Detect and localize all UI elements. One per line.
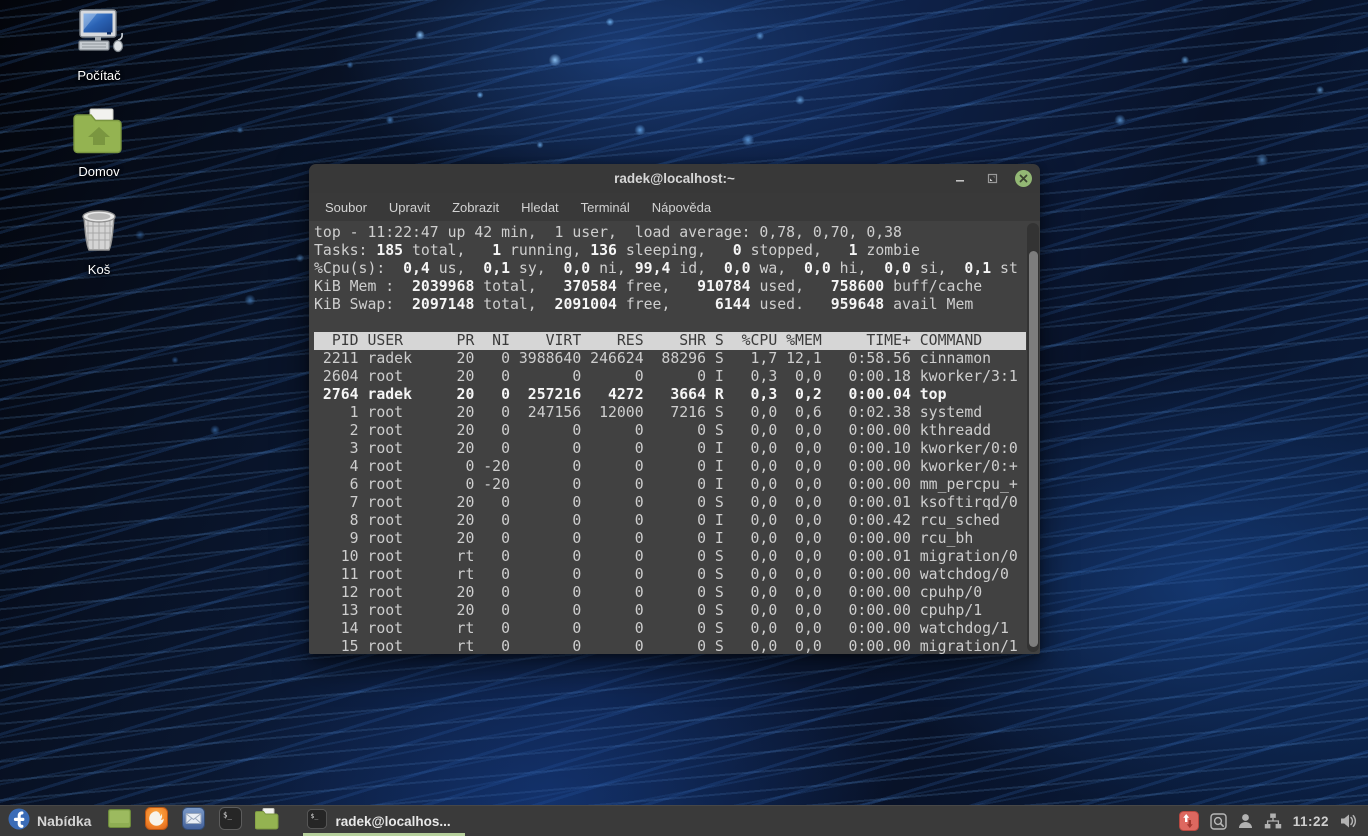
minimize-button[interactable] — [951, 170, 969, 188]
close-button[interactable] — [1015, 170, 1032, 187]
task-button-terminal[interactable]: $_ radek@localhos... — [301, 806, 467, 836]
desktop-icon-label: Koš — [55, 262, 143, 277]
process-row: 14 root rt 0 0 0 0 S 0,0 0,0 0:00.00 wat… — [314, 620, 1026, 638]
updates-tray-icon[interactable] — [1179, 811, 1199, 831]
maximize-button[interactable] — [983, 170, 1001, 188]
desktop-icon-computer[interactable]: Počítač — [55, 8, 143, 83]
window-list: $_ radek@localhos... — [301, 806, 467, 836]
process-row: 1 root 20 0 247156 12000 7216 S 0,0 0,6 … — [314, 404, 1026, 422]
process-row: 15 root rt 0 0 0 0 S 0,0 0,0 0:00.00 mig… — [314, 638, 1026, 654]
window-titlebar[interactable]: radek@localhost:~ — [309, 164, 1040, 193]
network-tray-icon[interactable] — [1264, 813, 1282, 829]
mail-launcher[interactable] — [181, 809, 205, 833]
show-desktop-icon — [108, 809, 131, 833]
svg-text:$_: $_ — [223, 811, 233, 820]
svg-text:$_: $_ — [311, 812, 319, 820]
show-desktop-button[interactable] — [107, 809, 131, 833]
task-button-label: radek@localhos... — [335, 814, 450, 829]
window-menubar: SouborUpravitZobrazitHledatTerminálNápov… — [309, 193, 1040, 221]
menu-label: Nabídka — [37, 813, 91, 829]
system-tray: 11:22 — [1179, 811, 1362, 831]
menubar-item[interactable]: Terminál — [570, 195, 641, 220]
home-folder-icon — [73, 143, 125, 160]
blank-line — [314, 314, 1026, 332]
clock[interactable]: 11:22 — [1293, 814, 1329, 829]
top-output: top - 11:22:47 up 42 min, 1 user, load a… — [309, 221, 1026, 654]
volume-tray-icon[interactable] — [1340, 813, 1358, 829]
terminal-icon: $_ — [307, 809, 327, 834]
process-row: 12 root 20 0 0 0 0 S 0,0 0,0 0:00.00 cpu… — [314, 584, 1026, 602]
menubar-item[interactable]: Nápověda — [641, 195, 722, 220]
taskbar-panel: Nabídka — [0, 805, 1368, 836]
firefox-icon — [145, 807, 168, 835]
process-row: 6 root 0 -20 0 0 0 I 0,0 0,0 0:00.00 mm_… — [314, 476, 1026, 494]
terminal-launcher[interactable]: $_ — [218, 809, 242, 833]
process-row: 8 root 20 0 0 0 0 I 0,0 0,0 0:00.42 rcu_… — [314, 512, 1026, 530]
computer-icon — [72, 47, 126, 64]
menubar-item[interactable]: Soubor — [314, 195, 378, 220]
disks-tray-icon[interactable] — [1210, 813, 1227, 830]
trash-icon — [76, 241, 122, 258]
process-row: 2211 radek 20 0 3988640 246624 88296 S 1… — [314, 350, 1026, 368]
process-row: 7 root 20 0 0 0 0 S 0,0 0,0 0:00.01 ksof… — [314, 494, 1026, 512]
process-row: 11 root rt 0 0 0 0 S 0,0 0,0 0:00.00 wat… — [314, 566, 1026, 584]
process-row: 3 root 20 0 0 0 0 I 0,0 0,0 0:00.10 kwor… — [314, 440, 1026, 458]
desktop-icon-label: Domov — [55, 164, 143, 179]
mail-icon — [182, 807, 205, 835]
top-summary-line: %Cpu(s): 0,4 us, 0,1 sy, 0,0 ni, 99,4 id… — [314, 260, 1026, 278]
terminal-window: radek@localhost:~ SouborUpravitZobrazitH… — [309, 164, 1040, 654]
menubar-item[interactable]: Upravit — [378, 195, 441, 220]
top-summary-line: Tasks: 185 total, 1 running, 136 sleepin… — [314, 242, 1026, 260]
desktop-icon-home[interactable]: Domov — [55, 108, 143, 179]
process-table-header: PID USER PR NI VIRT RES SHR S %CPU %MEM … — [314, 332, 1026, 350]
scrollbar-thumb[interactable] — [1029, 251, 1038, 647]
desktop-icon-label: Počítač — [55, 68, 143, 83]
folder-icon — [255, 808, 279, 835]
top-summary-line: KiB Swap: 2097148 total, 2091004 free, 6… — [314, 296, 1026, 314]
window-title: radek@localhost:~ — [614, 171, 735, 186]
desktop-icon-trash[interactable]: Koš — [55, 208, 143, 277]
process-row: 10 root rt 0 0 0 0 S 0,0 0,0 0:00.01 mig… — [314, 548, 1026, 566]
fedora-logo-icon — [8, 808, 30, 835]
menu-button[interactable]: Nabídka — [6, 806, 99, 836]
user-tray-icon[interactable] — [1238, 813, 1253, 829]
menubar-item[interactable]: Hledat — [510, 195, 570, 220]
process-row: 2 root 20 0 0 0 0 S 0,0 0,0 0:00.00 kthr… — [314, 422, 1026, 440]
process-row: 13 root 20 0 0 0 0 S 0,0 0,0 0:00.00 cpu… — [314, 602, 1026, 620]
terminal-scrollbar[interactable] — [1027, 223, 1039, 652]
process-row: 9 root 20 0 0 0 0 I 0,0 0,0 0:00.00 rcu_… — [314, 530, 1026, 548]
terminal-icon: $_ — [219, 807, 242, 835]
firefox-launcher[interactable] — [144, 809, 168, 833]
files-launcher[interactable] — [255, 809, 279, 833]
top-summary-line: KiB Mem : 2039968 total, 370584 free, 91… — [314, 278, 1026, 296]
terminal-screen[interactable]: top - 11:22:47 up 42 min, 1 user, load a… — [309, 221, 1040, 654]
process-row: 4 root 0 -20 0 0 0 I 0,0 0,0 0:00.00 kwo… — [314, 458, 1026, 476]
top-summary-line: top - 11:22:47 up 42 min, 1 user, load a… — [314, 224, 1026, 242]
process-row: 2764 radek 20 0 257216 4272 3664 R 0,3 0… — [314, 386, 1026, 404]
process-row: 2604 root 20 0 0 0 0 I 0,3 0,0 0:00.18 k… — [314, 368, 1026, 386]
menubar-item[interactable]: Zobrazit — [441, 195, 510, 220]
